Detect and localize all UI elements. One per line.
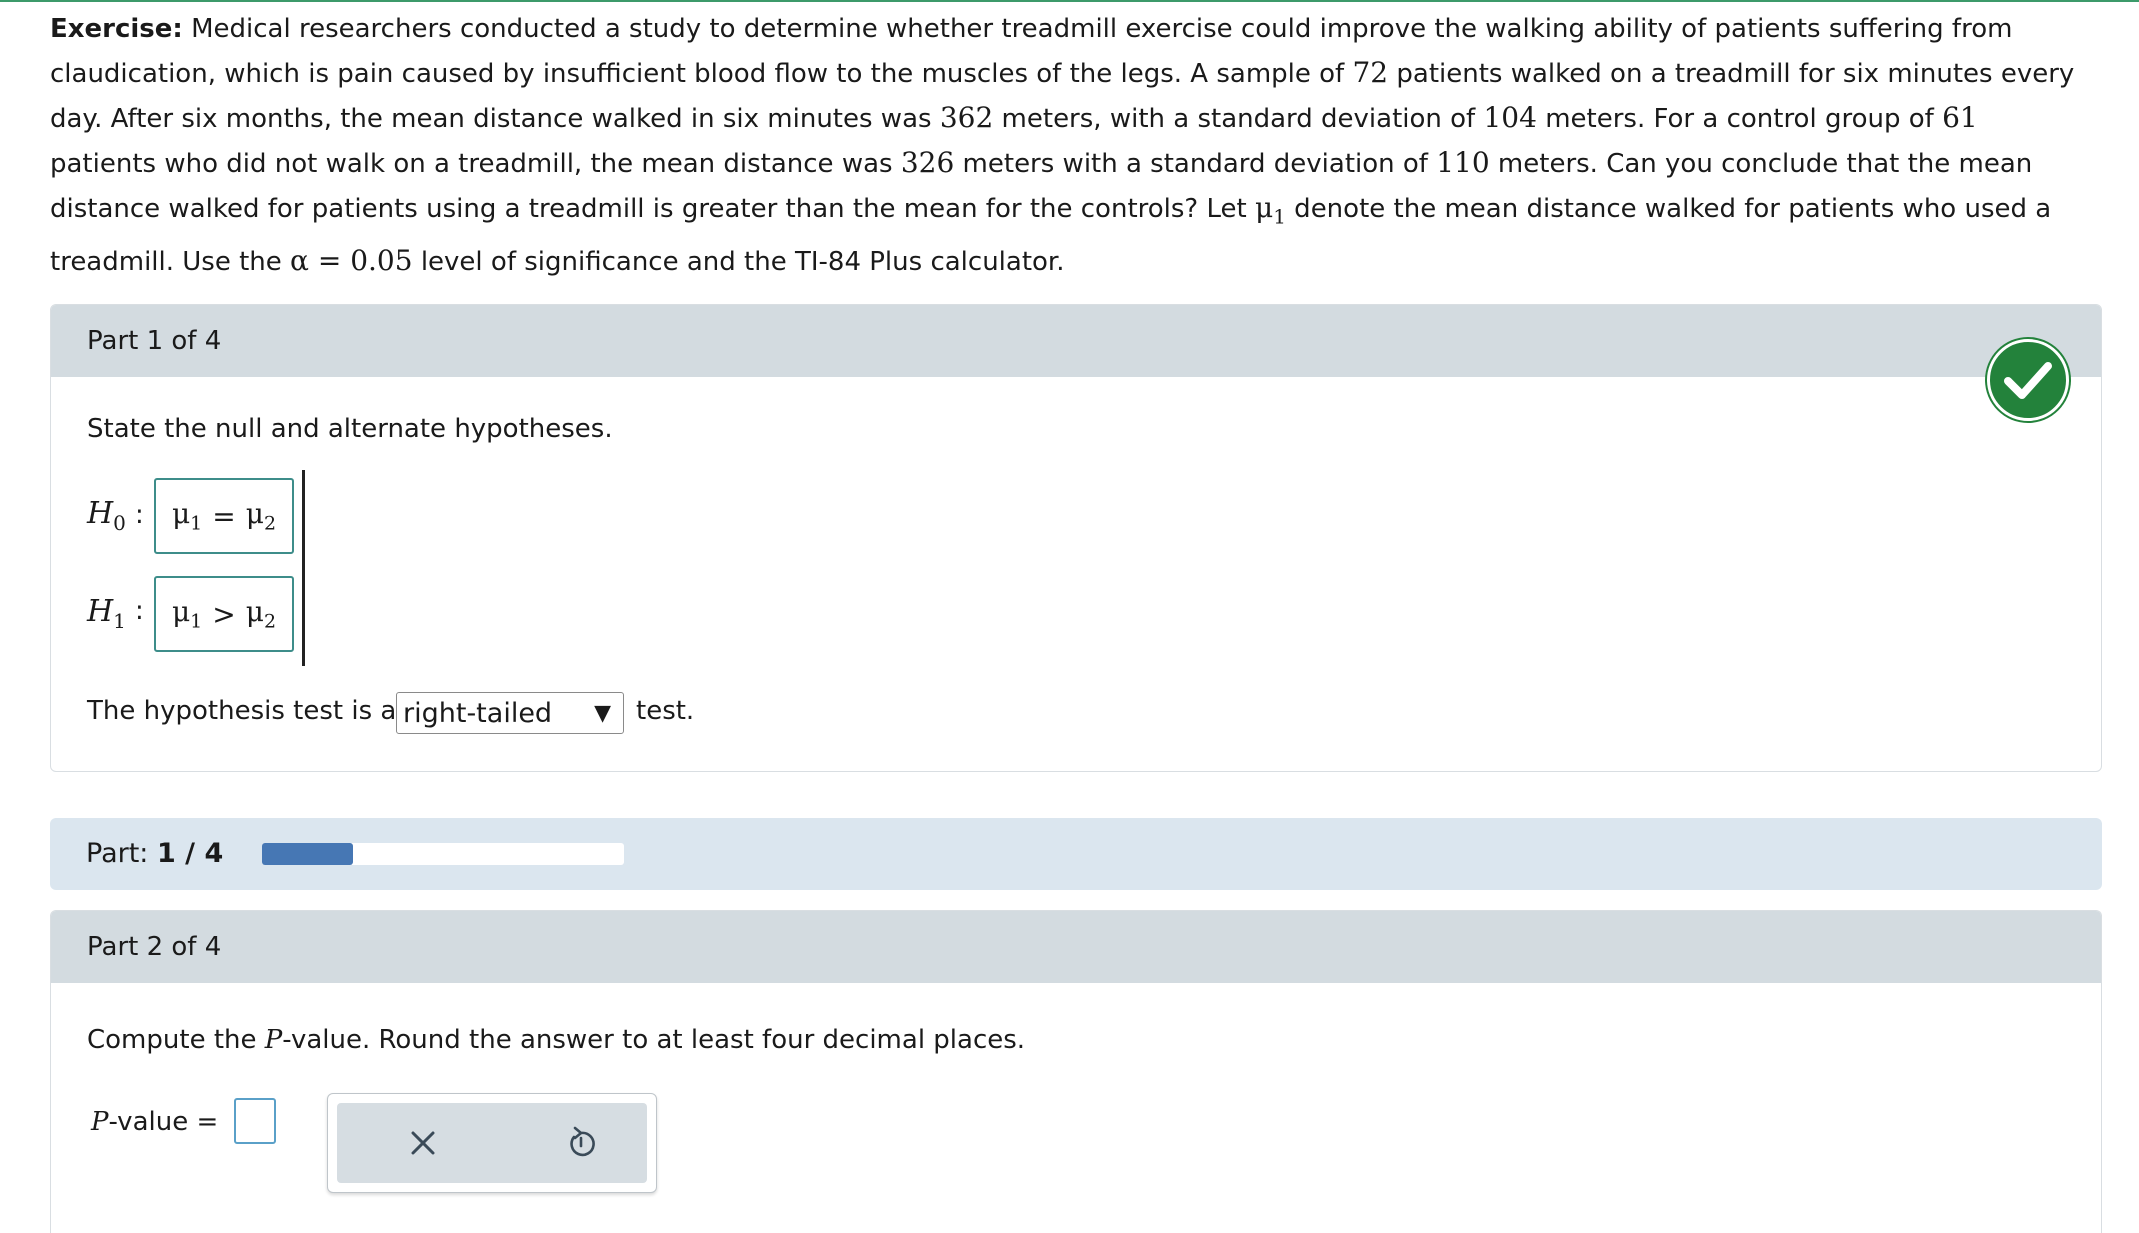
h0-input[interactable]: μ1 = μ2: [154, 478, 294, 554]
progress-label: Part: 1 / 4: [86, 838, 224, 869]
progress-current: 1 / 4: [157, 838, 224, 869]
sample-size-2: 61: [1942, 101, 1978, 134]
clear-x-icon[interactable]: [403, 1123, 443, 1163]
part2-header: Part 2 of 4: [51, 911, 2101, 983]
exercise-seg5: patients who did not walk on a treadmill…: [50, 149, 901, 179]
h0-operator: =: [212, 499, 236, 533]
mean-2: 326: [900, 146, 955, 179]
exercise-seg3: meters, with a standard deviation of: [993, 104, 1484, 134]
h1-input[interactable]: μ1 > μ2: [154, 576, 294, 652]
sample-size-1: 72: [1352, 56, 1389, 89]
test-type-select[interactable]: right-tailed ▼: [396, 692, 624, 734]
h1-label: H1: [87, 594, 126, 633]
mean-1: 362: [939, 101, 994, 134]
part1-header: Part 1 of 4: [51, 305, 2101, 377]
h0-label: H0: [87, 496, 126, 535]
sd-2: 110: [1436, 146, 1490, 179]
part2-title: Part 2 of 4: [87, 932, 222, 962]
alpha-value: α = 0.05: [290, 243, 413, 277]
exercise-seg9: level of significance and the TI-84 Plus…: [412, 246, 1065, 277]
h1-colon: :: [135, 596, 144, 626]
test-type-prefix: The hypothesis test is a: [87, 696, 397, 726]
exercise-seg6: meters with a standard deviation of: [954, 149, 1437, 179]
hypothesis-bracket: [302, 470, 305, 666]
exercise-label: Exercise:: [50, 14, 183, 44]
part1-title: Part 1 of 4: [87, 326, 222, 356]
test-type-value: right-tailed: [403, 698, 553, 729]
exercise-text: Exercise: Medical researchers conducted …: [50, 8, 2090, 284]
h0-left: μ1: [171, 497, 203, 535]
h1-left: μ1: [171, 595, 203, 633]
pvalue-input[interactable]: [234, 1098, 276, 1144]
part1-prompt: State the null and alternate hypotheses.: [87, 414, 613, 444]
h1-operator: >: [212, 597, 236, 631]
part-progress-band: Part: 1 / 4: [50, 818, 2102, 890]
h0-colon: :: [135, 500, 144, 530]
answer-tools-bar: [337, 1103, 647, 1183]
part2-prompt: Compute the P-value. Round the answer to…: [87, 1025, 1026, 1055]
sd-1: 104: [1483, 101, 1537, 134]
h1-right: μ2: [245, 595, 277, 633]
dropdown-arrow-icon: ▼: [594, 701, 611, 726]
h0-right: μ2: [245, 497, 277, 535]
exercise-seg4: meters. For a control group of: [1536, 104, 1943, 134]
undo-icon[interactable]: [561, 1123, 601, 1163]
top-accent-line: [0, 0, 2139, 2]
test-type-suffix: test.: [636, 696, 695, 726]
progress-track: [262, 843, 624, 865]
progress-fill: [262, 843, 353, 865]
pvalue-label: P-value =: [91, 1107, 219, 1137]
answer-tools-panel: [327, 1093, 657, 1193]
check-circle-icon: [1987, 339, 2069, 421]
mu1-symbol: μ1: [1254, 191, 1286, 229]
